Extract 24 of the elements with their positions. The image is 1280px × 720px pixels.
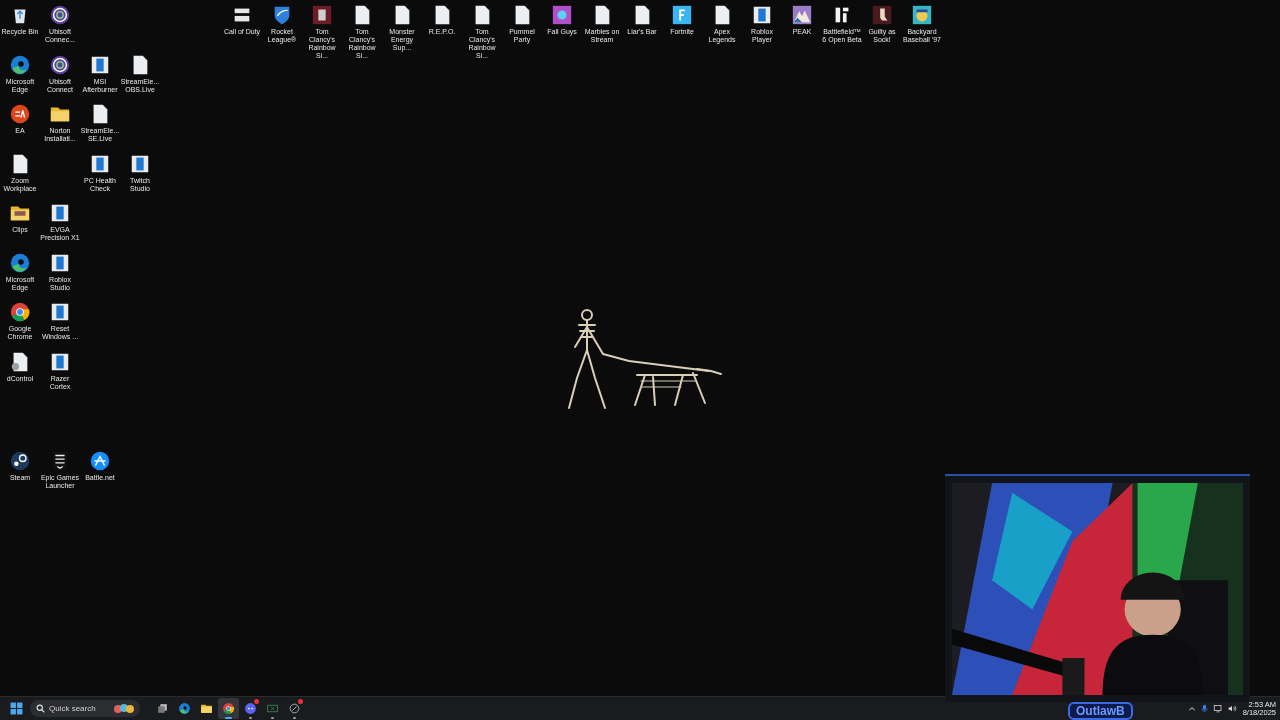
search-input[interactable]: Quick search	[49, 702, 109, 715]
chevron-up-icon[interactable]	[1187, 704, 1196, 713]
running-indicator	[249, 717, 252, 719]
windows-icon	[9, 702, 23, 715]
app-icon	[49, 301, 71, 323]
speaker-icon[interactable]	[1226, 704, 1237, 713]
ring-icon	[288, 702, 301, 715]
search-field[interactable]: Quick search	[30, 700, 140, 717]
explorer-icon	[200, 702, 213, 715]
taskbar-app[interactable]	[218, 698, 239, 719]
running-indicator	[293, 717, 296, 719]
search-icon	[36, 704, 45, 713]
microphone-icon[interactable]	[1199, 704, 1209, 713]
monitor-icon	[266, 702, 279, 715]
running-indicator	[271, 717, 274, 719]
notification-badge	[254, 699, 259, 704]
taskview-icon	[156, 702, 169, 715]
app-icon	[49, 202, 71, 224]
monitor-icon[interactable]	[1212, 704, 1223, 713]
notification-badge	[298, 699, 303, 704]
app-icon	[751, 4, 773, 26]
running-indicator	[225, 717, 232, 719]
balloons-icon	[113, 702, 135, 715]
nameplate-text: OutlawB	[1076, 705, 1125, 717]
